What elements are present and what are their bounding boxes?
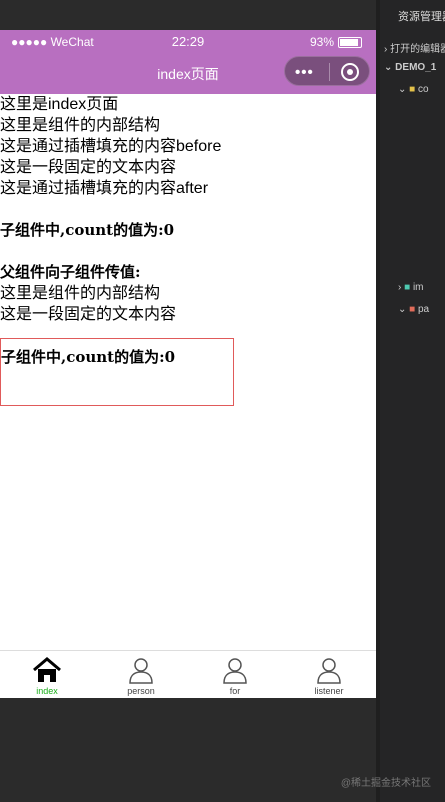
tab-label: person	[127, 686, 155, 696]
project-root[interactable]: ⌄ DEMO_1	[384, 62, 436, 73]
battery-status: 93%	[310, 35, 362, 49]
parent-pass-heading: 父组件向子组件传值:	[0, 263, 141, 281]
child-component-box: 子组件中,count的值为:0	[0, 338, 234, 406]
simulator-phone: ●●●●● WeChat 22:29 93% index页面 ••• 这里是in…	[0, 30, 376, 698]
person-icon	[223, 658, 247, 684]
text-line: 这是通过插槽填充的内容after	[0, 180, 209, 197]
open-editors-section[interactable]: › 打开的编辑器	[384, 40, 445, 55]
tab-index[interactable]: index	[0, 651, 94, 698]
explorer-sidebar: 资源管理器 › 打开的编辑器 ⌄ DEMO_1 ⌄ ■ co › ■ im ⌄ …	[380, 0, 445, 802]
capsule-divider	[329, 63, 330, 81]
tab-bar: index person for listener	[0, 650, 376, 698]
battery-icon	[338, 36, 362, 48]
text-line: 这里是组件的内部结构	[0, 117, 161, 134]
folder-item[interactable]: › ■ im	[398, 282, 424, 293]
text-line: 这里是组件的内部结构	[0, 285, 161, 302]
home-icon	[33, 657, 61, 682]
folder-label: im	[412, 282, 424, 293]
watermark: @稀土掘金技术社区	[340, 778, 431, 789]
tab-label: index	[36, 686, 58, 696]
text-line: 这里是index页面	[0, 96, 119, 113]
tab-label: for	[229, 686, 241, 696]
tab-label: listener	[314, 686, 344, 696]
tab-for[interactable]: for	[188, 651, 282, 698]
close-target-icon[interactable]	[341, 63, 359, 81]
more-icon[interactable]: •••	[295, 64, 314, 81]
folder-label: pa	[418, 304, 430, 315]
text-line: 这是一段固定的文本内容	[0, 306, 177, 323]
tab-person[interactable]: person	[94, 651, 188, 698]
folder-label: co	[418, 84, 429, 95]
folder-item[interactable]: ⌄ ■ co	[398, 84, 429, 95]
status-bar: ●●●●● WeChat 22:29 93%	[0, 30, 376, 54]
text-line: 这是一段固定的文本内容	[0, 159, 177, 176]
explorer-title: 资源管理器	[398, 11, 445, 23]
menu-capsule[interactable]: •••	[284, 56, 370, 86]
text-line: 这是通过插槽填充的内容before	[0, 138, 222, 155]
folder-item[interactable]: ⌄ ■ pa	[398, 304, 429, 315]
navigation-bar: index页面 •••	[0, 54, 376, 94]
open-editors-label: 打开的编辑器	[390, 44, 445, 55]
battery-percent: 93%	[309, 35, 334, 49]
page-content: 这里是index页面 这里是组件的内部结构 这是通过插槽填充的内容before …	[0, 94, 376, 325]
child-count-text: 子组件中,count的值为:0	[1, 348, 176, 366]
person-icon	[317, 658, 341, 684]
child-count-text: 子组件中,count的值为:0	[0, 221, 175, 239]
project-label: DEMO_1	[395, 62, 437, 73]
tab-listener[interactable]: listener	[282, 651, 376, 698]
person-icon	[129, 658, 153, 684]
